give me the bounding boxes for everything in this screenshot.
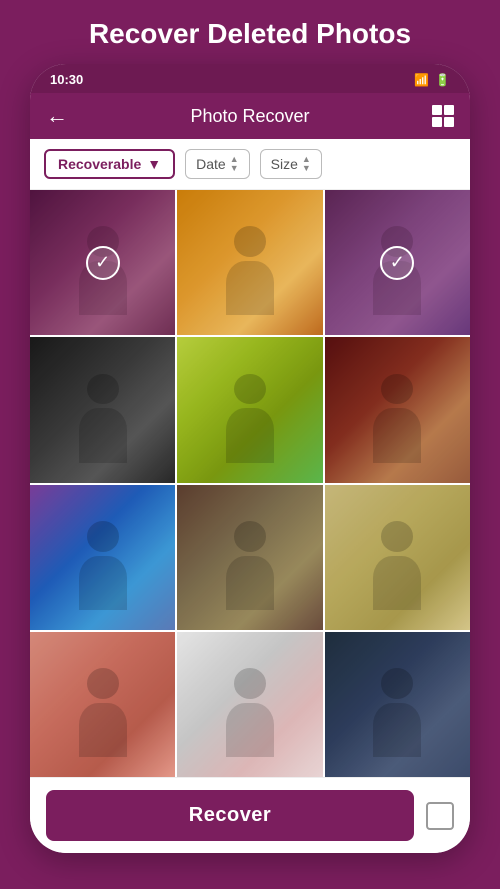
photo-cell-2[interactable] — [177, 190, 322, 335]
date-label: Date — [196, 156, 226, 172]
phone-frame: 10:30 📶 🔋 ← Photo Recover Recoverable ▼ … — [30, 64, 470, 853]
date-sort-arrows: ▲▼ — [230, 155, 239, 173]
size-sort[interactable]: Size ▲▼ — [260, 149, 322, 179]
photo-cell-12[interactable] — [325, 632, 470, 777]
back-button[interactable]: ← — [46, 103, 68, 129]
page-title: Recover Deleted Photos — [69, 0, 431, 64]
recoverable-filter[interactable]: Recoverable ▼ — [44, 149, 175, 179]
photo-cell-3[interactable]: ✓ — [325, 190, 470, 335]
photo-grid: ✓ ✓ — [30, 190, 470, 777]
status-icons: 📶 🔋 — [414, 73, 450, 87]
photo-cell-4[interactable] — [30, 337, 175, 482]
check-mark-1: ✓ — [86, 246, 120, 280]
photo-cell-11[interactable] — [177, 632, 322, 777]
select-all-checkbox[interactable] — [426, 802, 454, 830]
filter-bar: Recoverable ▼ Date ▲▼ Size ▲▼ — [30, 139, 470, 190]
photo-cell-9[interactable] — [325, 485, 470, 630]
status-bar: 10:30 📶 🔋 — [30, 64, 470, 93]
status-time: 10:30 — [50, 72, 83, 87]
app-bar: ← Photo Recover — [30, 93, 470, 139]
photo-cell-6[interactable] — [325, 337, 470, 482]
photo-cell-1[interactable]: ✓ — [30, 190, 175, 335]
dropdown-icon: ▼ — [147, 156, 161, 172]
photo-cell-8[interactable] — [177, 485, 322, 630]
size-sort-arrows: ▲▼ — [302, 155, 311, 173]
photo-cell-10[interactable] — [30, 632, 175, 777]
photo-cell-5[interactable] — [177, 337, 322, 482]
app-bar-title: Photo Recover — [190, 106, 309, 127]
bottom-bar: Recover — [30, 777, 470, 853]
grid-view-button[interactable] — [432, 105, 454, 127]
date-sort[interactable]: Date ▲▼ — [185, 149, 250, 179]
wifi-icon: 📶 — [414, 73, 429, 87]
check-mark-3: ✓ — [380, 246, 414, 280]
recoverable-label: Recoverable — [58, 156, 141, 172]
recover-button[interactable]: Recover — [46, 790, 414, 841]
battery-icon: 🔋 — [435, 73, 450, 87]
size-label: Size — [271, 156, 298, 172]
photo-cell-7[interactable] — [30, 485, 175, 630]
